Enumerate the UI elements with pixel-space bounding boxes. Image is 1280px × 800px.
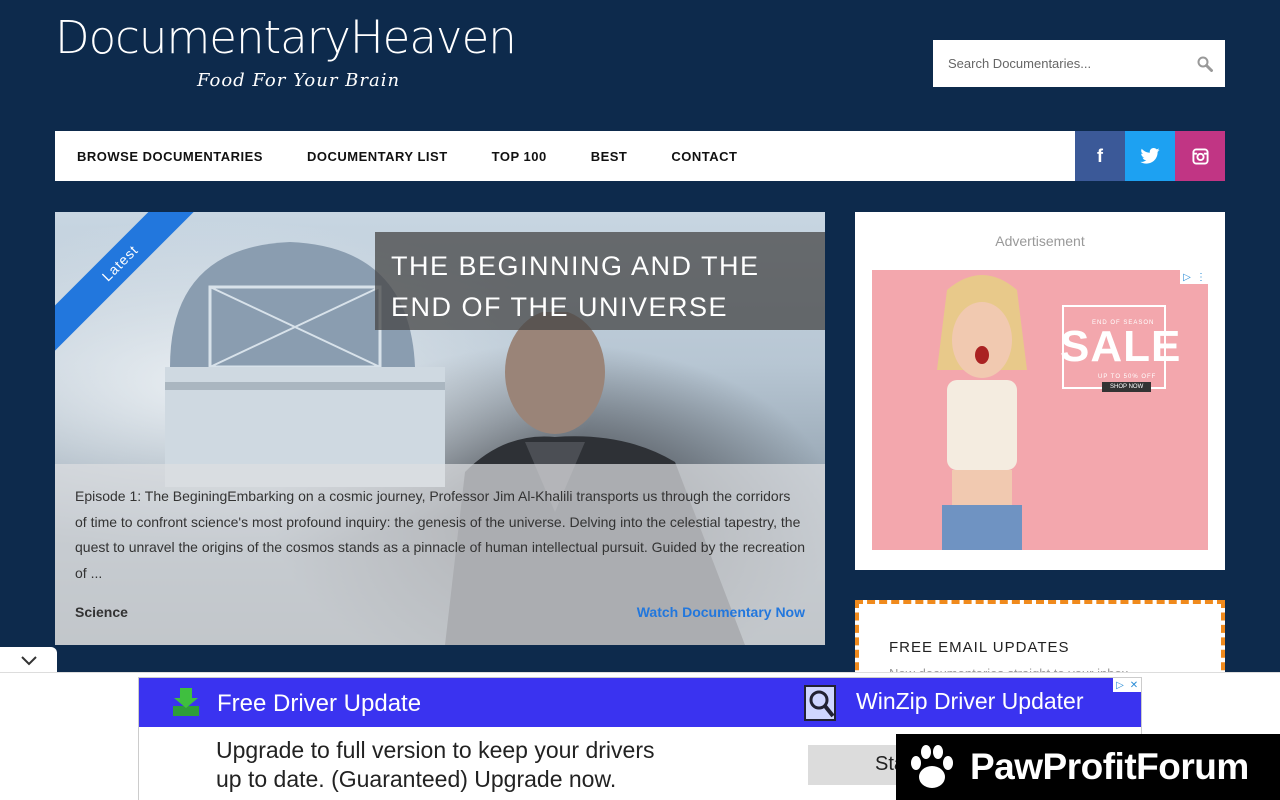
nav-contact[interactable]: CONTACT <box>649 149 759 164</box>
featured-documentary[interactable]: Latest THE BEGINNING AND THE END OF THE … <box>55 212 825 645</box>
nav-browse-documentaries[interactable]: BROWSE DOCUMENTARIES <box>55 149 285 164</box>
featured-title-box: THE BEGINNING AND THE END OF THE UNIVERS… <box>375 232 825 330</box>
featured-summary: Episode 1: The BeginingEmbarking on a co… <box>55 464 825 645</box>
ad-small-bottom: UP TO 50% OFF <box>1098 374 1157 380</box>
facebook-icon: f <box>1097 145 1103 166</box>
chevron-down-icon <box>20 656 37 666</box>
twitter-icon <box>1140 148 1160 164</box>
ad-choices[interactable]: ▷ ⋮ <box>1180 270 1208 284</box>
banner-ad-choices[interactable]: ▷ ✕ <box>1113 678 1141 692</box>
search-icon <box>1197 56 1213 72</box>
sale-ad-image[interactable]: END OF SEASON SALE UP TO 50% OFF SHOP NO… <box>872 270 1208 550</box>
ad-sale-headline: SALE <box>1060 322 1182 371</box>
email-updates-title: FREE EMAIL UPDATES <box>889 639 1070 656</box>
banner-body: Upgrade to full version to keep your dri… <box>216 736 655 794</box>
watch-documentary-link[interactable]: Watch Documentary Now <box>637 604 805 620</box>
collapse-ad-button[interactable] <box>0 647 57 675</box>
ad-close-icon[interactable]: ✕ <box>1127 678 1141 692</box>
featured-excerpt: Episode 1: The BeginingEmbarking on a co… <box>75 488 805 581</box>
nav-documentary-list[interactable]: DOCUMENTARY LIST <box>285 149 470 164</box>
sidebar-ad: Advertisement END OF SEASON SALE UP TO 5… <box>855 212 1225 570</box>
watermark-text: PawProfitForum <box>970 746 1249 787</box>
ad-shop-button[interactable]: SHOP NOW <box>1102 382 1152 392</box>
instagram-icon <box>1191 147 1209 165</box>
banner-body-line1: Upgrade to full version to keep your dri… <box>216 737 655 763</box>
search-button[interactable] <box>1185 40 1225 87</box>
main-nav: BROWSE DOCUMENTARIES DOCUMENTARY LIST TO… <box>55 131 1225 181</box>
instagram-button[interactable] <box>1175 131 1225 181</box>
banner-body-line2: up to date. (Guaranteed) Upgrade now. <box>216 766 617 792</box>
banner-right-title: WinZip Driver Updater <box>856 688 1084 714</box>
model-figure <box>937 275 1027 550</box>
nav-best[interactable]: BEST <box>569 149 650 164</box>
featured-title[interactable]: THE BEGINNING AND THE END OF THE UNIVERS… <box>391 246 809 328</box>
banner-left-title: Free Driver Update <box>217 690 422 717</box>
facebook-button[interactable]: f <box>1075 131 1125 181</box>
nav-top-100[interactable]: TOP 100 <box>470 149 569 164</box>
latest-ribbon: Latest <box>55 212 195 352</box>
site-logo[interactable]: DocumentaryHeaven Food For Your Brain <box>55 10 517 105</box>
ad-label: Advertisement <box>995 233 1085 249</box>
twitter-button[interactable] <box>1125 131 1175 181</box>
logo-title: DocumentaryHeaven <box>55 11 517 64</box>
ribbon-wrap: Latest <box>55 212 195 352</box>
paw-icon <box>911 745 953 788</box>
ad-play-icon: ▷ <box>1180 270 1194 284</box>
ad-play-icon: ▷ <box>1113 678 1127 692</box>
social-links: f <box>1075 131 1225 181</box>
pawprofit-watermark: PawProfitForum <box>896 734 1280 800</box>
search-input[interactable] <box>933 40 1185 87</box>
featured-category[interactable]: Science <box>75 604 128 620</box>
logo-tagline: Food For Your Brain <box>197 70 401 91</box>
winzip-icon <box>804 685 836 721</box>
download-icon <box>173 688 199 716</box>
search-box <box>933 40 1225 87</box>
banner-header: Free Driver Update WinZip Driver Updater <box>139 678 1141 727</box>
ad-info-icon: ⋮ <box>1194 270 1208 284</box>
